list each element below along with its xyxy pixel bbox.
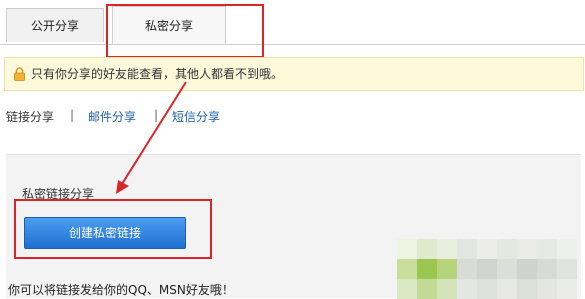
notice-bar: 只有你分享的好友能查看，其他人都看不到哦。: [4, 57, 584, 91]
subnav-separator: |: [154, 108, 159, 122]
subnav-sms-share[interactable]: 短信分享: [172, 108, 220, 125]
hint-text: 你可以将链接发给你的QQ、MSN好友哦！: [8, 283, 234, 297]
subnav-link-share[interactable]: 链接分享: [6, 108, 54, 125]
lock-icon: [14, 67, 25, 81]
notice-text: 只有你分享的好友能查看，其他人都看不到哦。: [31, 67, 284, 81]
section-title: 私密链接分享: [22, 187, 95, 201]
subnav-separator: |: [70, 108, 75, 122]
tab-bar: 公开分享 私密分享: [0, 0, 585, 45]
tab-private-share[interactable]: 私密分享: [112, 6, 226, 44]
tab-public-share[interactable]: 公开分享: [6, 8, 104, 42]
subnav-email-share[interactable]: 邮件分享: [88, 108, 136, 125]
create-private-link-button[interactable]: 创建私密链接: [24, 217, 186, 249]
